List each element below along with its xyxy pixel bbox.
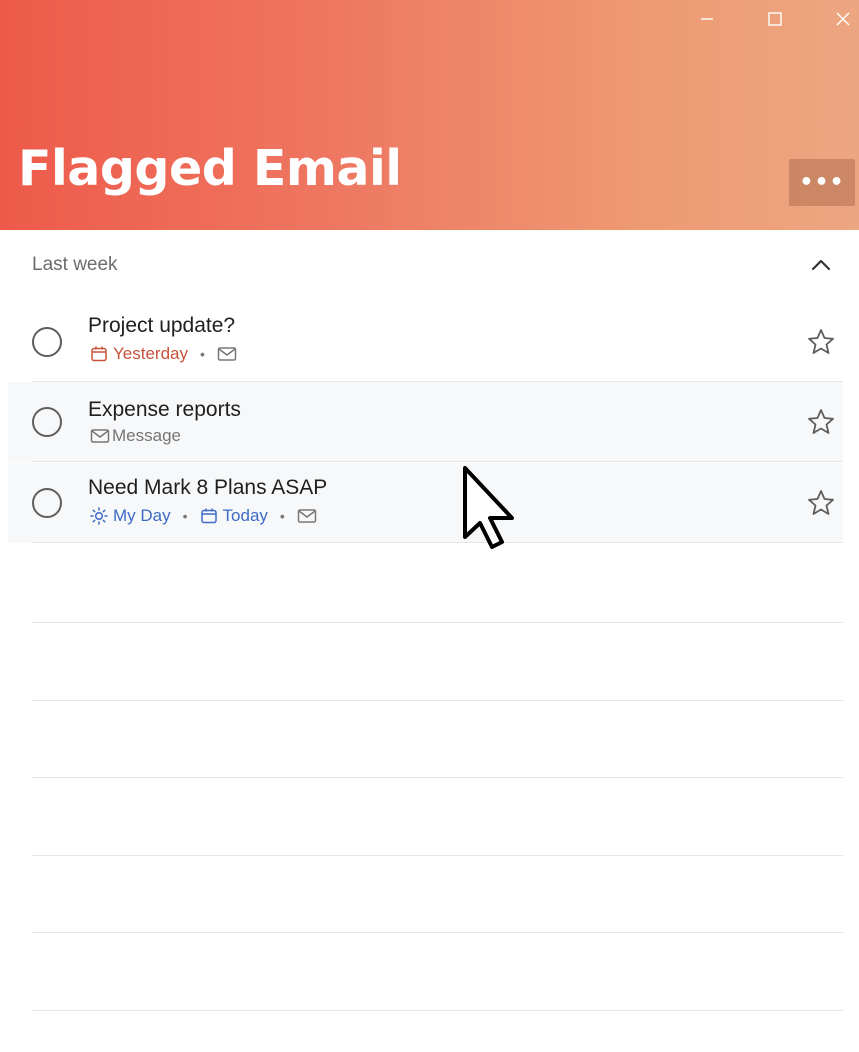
minimize-button[interactable] (684, 0, 730, 38)
complete-checkbox[interactable] (32, 327, 62, 357)
task-meta: My Day • Today • (90, 506, 322, 526)
calendar-icon (90, 345, 108, 363)
due-date-label: Yesterday (113, 344, 188, 363)
email-icon (297, 508, 317, 524)
task-row[interactable]: Project update? Yesterday • (8, 302, 843, 382)
more-options-button[interactable]: ••• (789, 159, 855, 206)
list-header: Flagged Email ••• (0, 0, 859, 230)
empty-row-line (32, 932, 843, 933)
minimize-icon (701, 18, 713, 20)
task-row[interactable]: Expense reports Message (8, 382, 843, 462)
empty-row-line (32, 622, 843, 623)
task-title: Project update? (88, 314, 236, 337)
close-button[interactable] (820, 0, 859, 38)
empty-row-line (32, 1010, 843, 1011)
empty-row-line (32, 700, 843, 701)
close-icon (836, 12, 850, 26)
page-title: Flagged Email (18, 140, 402, 197)
email-label: Message (112, 426, 181, 445)
group-header-last-week[interactable]: Last week (0, 230, 859, 298)
separator-dot: • (279, 508, 285, 524)
calendar-icon (200, 507, 218, 525)
email-icon (90, 428, 110, 444)
maximize-button[interactable] (752, 0, 798, 38)
row-divider (32, 461, 843, 462)
complete-checkbox[interactable] (32, 488, 62, 518)
empty-row-line (32, 855, 843, 856)
maximize-icon (768, 12, 782, 26)
separator-dot: • (182, 508, 188, 524)
more-label: ••• (799, 170, 845, 195)
complete-checkbox[interactable] (32, 407, 62, 437)
chevron-up-icon[interactable] (808, 252, 834, 278)
group-label: Last week (32, 254, 118, 275)
my-day-label: My Day (113, 506, 171, 525)
separator-dot: • (199, 346, 205, 362)
due-date-label: Today (222, 506, 268, 525)
task-meta: Yesterday • (90, 344, 242, 364)
task-title: Expense reports (88, 398, 241, 421)
task-title: Need Mark 8 Plans ASAP (88, 476, 328, 499)
star-icon[interactable] (806, 407, 836, 437)
empty-row-line (32, 777, 843, 778)
task-meta: Message (90, 426, 181, 446)
sun-icon (90, 507, 108, 525)
star-icon[interactable] (806, 327, 836, 357)
mouse-cursor-icon (463, 466, 514, 549)
row-divider (32, 542, 843, 543)
email-icon (217, 346, 237, 362)
star-icon[interactable] (806, 488, 836, 518)
task-row[interactable]: Need Mark 8 Plans ASAP My Day • Today • (8, 463, 843, 543)
